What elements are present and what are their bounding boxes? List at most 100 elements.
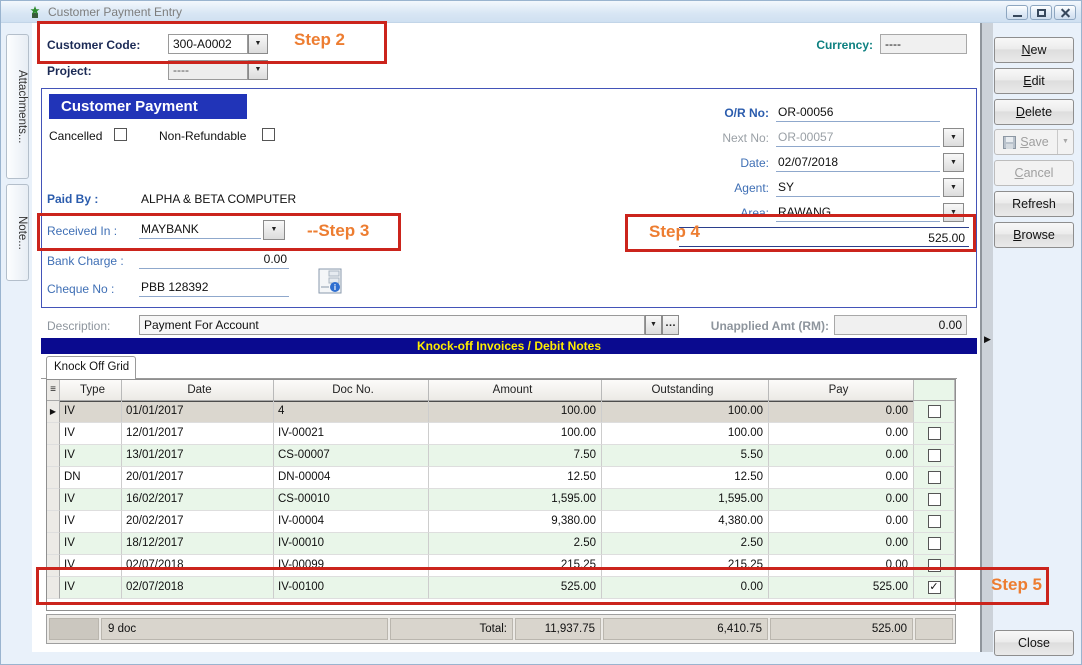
paid-by-value[interactable]: ALPHA & BETA COMPUTER: [141, 192, 296, 206]
grid-row[interactable]: DN20/01/2017DN-0000412.5012.500.00: [47, 467, 955, 489]
description-value[interactable]: Payment For Account: [139, 315, 645, 335]
save-dropdown-icon[interactable]: ▼: [1057, 130, 1073, 154]
panel-splitter[interactable]: ▶: [980, 23, 993, 652]
edit-button[interactable]: Edit: [994, 68, 1074, 94]
pay-checkbox[interactable]: [928, 493, 941, 506]
pay-checkbox[interactable]: [928, 471, 941, 484]
non-refundable-checkbox[interactable]: [262, 128, 275, 141]
cell-outstanding[interactable]: 2.50: [602, 533, 769, 555]
cell-amount[interactable]: 9,380.00: [429, 511, 602, 533]
cheque-no-field[interactable]: PBB 128392: [139, 278, 289, 297]
knock-off-grid-tab[interactable]: Knock Off Grid: [46, 356, 136, 379]
close-button[interactable]: Close: [994, 630, 1074, 656]
cell-doc-no[interactable]: IV-00004: [274, 511, 429, 533]
row-indicator[interactable]: [47, 467, 60, 489]
new-button[interactable]: New: [994, 37, 1074, 63]
column-header-check[interactable]: [914, 380, 955, 400]
row-indicator[interactable]: [47, 511, 60, 533]
description-dropdown-icon[interactable]: ▼: [645, 315, 662, 335]
next-no-dropdown-icon[interactable]: ▼: [943, 128, 964, 147]
column-header-doc-no[interactable]: Doc No.: [274, 380, 429, 400]
grid-row[interactable]: IV16/02/2017CS-000101,595.001,595.000.00: [47, 489, 955, 511]
cell-type[interactable]: IV: [60, 401, 122, 423]
cell-pay[interactable]: 0.00: [769, 401, 914, 423]
grid-row[interactable]: IV13/01/2017CS-000077.505.500.00: [47, 445, 955, 467]
cell-outstanding[interactable]: 1,595.00: [602, 489, 769, 511]
cell-type[interactable]: IV: [60, 445, 122, 467]
expand-splitter-icon[interactable]: ▶: [984, 334, 991, 345]
cell-date[interactable]: 20/01/2017: [122, 467, 274, 489]
date-field[interactable]: 02/07/2018: [776, 153, 940, 172]
agent-field[interactable]: SY: [776, 178, 940, 197]
cell-doc-no[interactable]: CS-00007: [274, 445, 429, 467]
cell-date[interactable]: 12/01/2017: [122, 423, 274, 445]
grid-row[interactable]: ▶IV01/01/20174100.00100.000.00: [47, 401, 955, 423]
cell-date[interactable]: 20/02/2017: [122, 511, 274, 533]
cell-date[interactable]: 01/01/2017: [122, 401, 274, 423]
or-no-field[interactable]: OR-00056: [776, 103, 940, 122]
cell-type[interactable]: IV: [60, 511, 122, 533]
cell-date[interactable]: 16/02/2017: [122, 489, 274, 511]
refresh-button[interactable]: Refresh: [994, 191, 1074, 217]
note-side-tab[interactable]: Note...: [6, 184, 29, 281]
cell-type[interactable]: DN: [60, 467, 122, 489]
cell-amount[interactable]: 100.00: [429, 423, 602, 445]
cell-outstanding[interactable]: 100.00: [602, 423, 769, 445]
cell-doc-no[interactable]: 4: [274, 401, 429, 423]
minimize-button[interactable]: [1006, 5, 1028, 20]
calculator-icon[interactable]: i: [317, 268, 343, 294]
row-indicator[interactable]: [47, 533, 60, 555]
column-header-amount[interactable]: Amount: [429, 380, 602, 400]
cell-outstanding[interactable]: 100.00: [602, 401, 769, 423]
grid-row[interactable]: IV12/01/2017IV-00021100.00100.000.00: [47, 423, 955, 445]
cell-pay[interactable]: 0.00: [769, 467, 914, 489]
maximize-button[interactable]: [1030, 5, 1052, 20]
column-header-pay[interactable]: Pay: [769, 380, 914, 400]
current-row-arrow-icon[interactable]: ▶: [47, 401, 60, 423]
column-header-date[interactable]: Date: [122, 380, 274, 400]
cell-type[interactable]: IV: [60, 423, 122, 445]
grid-row[interactable]: IV20/02/2017IV-000049,380.004,380.000.00: [47, 511, 955, 533]
cell-outstanding[interactable]: 4,380.00: [602, 511, 769, 533]
column-header-type[interactable]: Type: [60, 380, 122, 400]
pay-checkbox[interactable]: [928, 427, 941, 440]
next-no-field[interactable]: OR-00057: [776, 128, 940, 147]
bank-charge-field[interactable]: 0.00: [139, 250, 289, 269]
attachments-side-tab[interactable]: Attachments...: [6, 34, 29, 179]
pay-checkbox[interactable]: [928, 515, 941, 528]
agent-dropdown-icon[interactable]: ▼: [943, 178, 964, 197]
cell-outstanding[interactable]: 5.50: [602, 445, 769, 467]
cell-pay[interactable]: 0.00: [769, 533, 914, 555]
row-indicator[interactable]: [47, 445, 60, 467]
cell-doc-no[interactable]: IV-00010: [274, 533, 429, 555]
cell-date[interactable]: 13/01/2017: [122, 445, 274, 467]
cell-pay[interactable]: 0.00: [769, 423, 914, 445]
cell-pay[interactable]: 0.00: [769, 445, 914, 467]
row-indicator[interactable]: [47, 489, 60, 511]
cancelled-checkbox[interactable]: [114, 128, 127, 141]
cell-amount[interactable]: 100.00: [429, 401, 602, 423]
title-bar[interactable]: Customer Payment Entry: [1, 1, 1082, 23]
cell-amount[interactable]: 2.50: [429, 533, 602, 555]
pay-checkbox[interactable]: [928, 449, 941, 462]
pay-checkbox[interactable]: [928, 405, 941, 418]
cell-amount[interactable]: 7.50: [429, 445, 602, 467]
description-combobox[interactable]: Payment For Account ▼ …: [139, 315, 679, 335]
row-selector-icon[interactable]: ≡: [47, 380, 60, 400]
description-ellipsis-button[interactable]: …: [662, 315, 679, 335]
cell-doc-no[interactable]: CS-00010: [274, 489, 429, 511]
close-window-button[interactable]: [1054, 5, 1076, 20]
browse-button[interactable]: Browse: [994, 222, 1074, 248]
cancel-button[interactable]: Cancel: [994, 160, 1074, 186]
column-header-outstanding[interactable]: Outstanding: [602, 380, 769, 400]
cell-amount[interactable]: 12.50: [429, 467, 602, 489]
cell-type[interactable]: IV: [60, 489, 122, 511]
row-indicator[interactable]: [47, 423, 60, 445]
date-dropdown-icon[interactable]: ▼: [943, 153, 964, 172]
delete-button[interactable]: Delete: [994, 99, 1074, 125]
cell-outstanding[interactable]: 12.50: [602, 467, 769, 489]
cell-pay[interactable]: 0.00: [769, 511, 914, 533]
cell-amount[interactable]: 1,595.00: [429, 489, 602, 511]
grid-row[interactable]: IV18/12/2017IV-000102.502.500.00: [47, 533, 955, 555]
cell-type[interactable]: IV: [60, 533, 122, 555]
